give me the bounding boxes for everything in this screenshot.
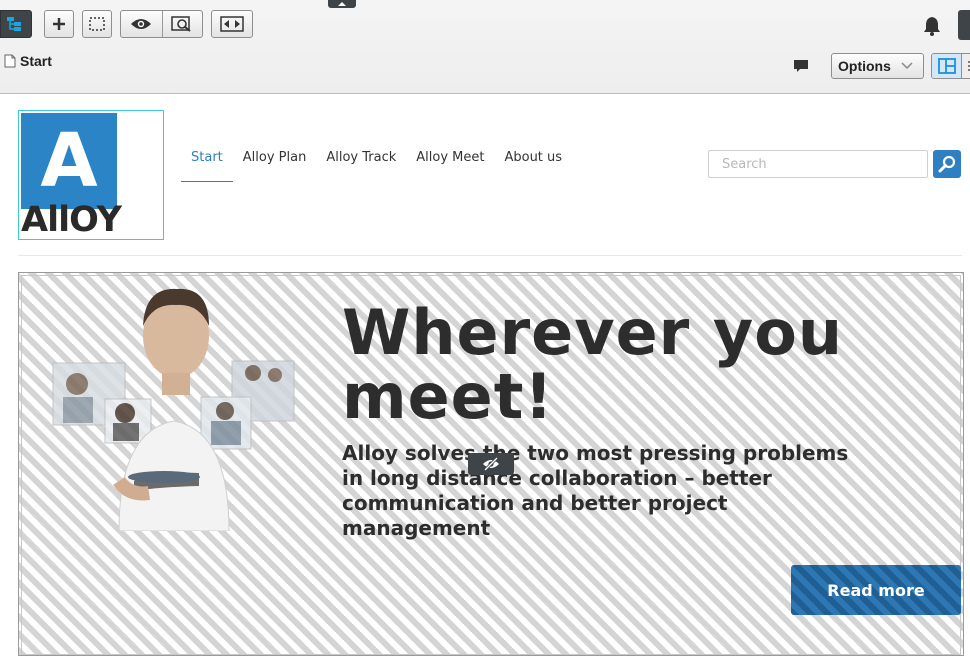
eye-slash-icon <box>483 457 499 471</box>
on-page-edit-button[interactable] <box>932 54 962 78</box>
comment-icon[interactable] <box>793 58 809 74</box>
page-icon <box>4 54 16 68</box>
options-dropdown[interactable]: Options <box>831 53 924 79</box>
chevron-down-icon <box>901 62 913 70</box>
hero-subtitle: Alloy solves the two most pressing probl… <box>342 441 849 540</box>
search-button[interactable] <box>933 150 961 178</box>
site-logo[interactable]: A AllOY <box>18 110 164 240</box>
current-page-name: Start <box>4 53 52 69</box>
hero-image <box>52 288 295 531</box>
layout-toggle <box>931 53 970 79</box>
collapse-toolbar-tab[interactable] <box>328 0 356 8</box>
view-settings-button[interactable] <box>161 11 203 37</box>
page-tree-icon <box>7 17 21 31</box>
preview-magnifier-icon <box>171 16 191 32</box>
plus-icon <box>53 18 65 30</box>
all-properties-button[interactable] <box>962 54 970 78</box>
logo-wordmark: AllOY <box>21 200 122 240</box>
main-nav: Start Alloy Plan Alloy Track Alloy Meet … <box>181 148 572 182</box>
compare-button[interactable] <box>211 10 253 38</box>
hero-title: Wherever you meet! <box>342 296 843 433</box>
bell-icon[interactable] <box>921 15 943 37</box>
read-more-label: Read more <box>827 580 925 600</box>
preview-button[interactable] <box>121 11 162 37</box>
nav-item-alloy-plan[interactable]: Alloy Plan <box>233 148 317 182</box>
editor-toolbar: Start Options <box>0 0 970 94</box>
search-icon <box>938 155 956 173</box>
view-mode-group <box>120 10 203 38</box>
compare-arrows-icon <box>220 16 244 32</box>
hidden-in-preview-badge <box>468 453 514 475</box>
search-input[interactable]: Search <box>708 150 928 178</box>
nav-item-alloy-track[interactable]: Alloy Track <box>316 148 406 182</box>
user-menu-button[interactable] <box>958 10 970 40</box>
nav-item-alloy-meet[interactable]: Alloy Meet <box>406 148 494 182</box>
logo-letter: A <box>40 118 98 204</box>
page-tree-toggle-button[interactable] <box>0 10 32 38</box>
chevron-up-icon <box>338 2 346 6</box>
read-more-button[interactable]: Read more <box>791 565 961 615</box>
toggle-editable-areas-button[interactable] <box>82 10 112 38</box>
eye-icon <box>131 19 152 29</box>
layout-panels-icon <box>937 58 956 74</box>
dotted-selection-icon <box>89 17 105 31</box>
options-label: Options <box>838 58 891 74</box>
nav-item-start[interactable]: Start <box>181 148 233 182</box>
add-button[interactable] <box>44 10 74 38</box>
logo-mark: A <box>21 113 117 209</box>
nav-item-about-us[interactable]: About us <box>494 148 572 182</box>
header-divider <box>18 255 962 256</box>
page-name-label: Start <box>20 53 52 69</box>
